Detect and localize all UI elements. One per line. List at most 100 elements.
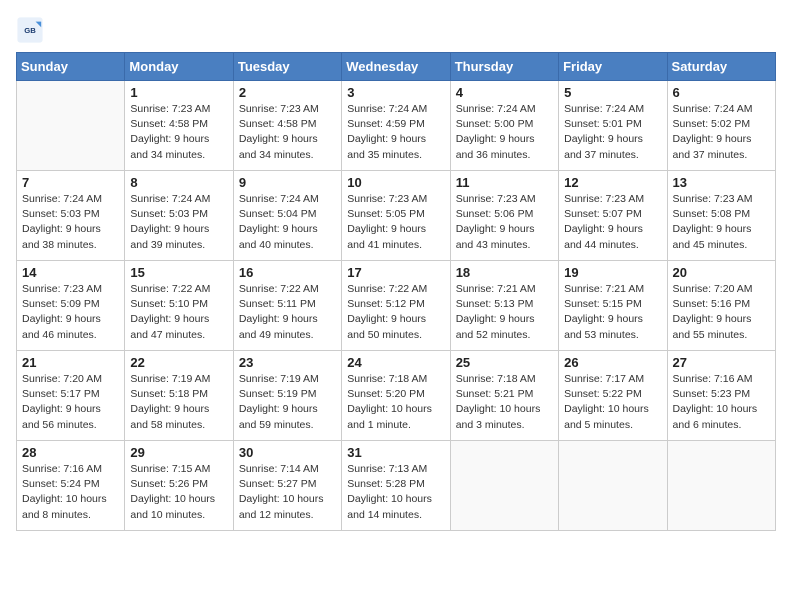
day-info: Sunrise: 7:22 AM Sunset: 5:12 PM Dayligh… xyxy=(347,282,444,343)
day-cell: 8 Sunrise: 7:24 AM Sunset: 5:03 PM Daylig… xyxy=(125,171,233,261)
day-info: Sunrise: 7:24 AM Sunset: 4:59 PM Dayligh… xyxy=(347,102,444,163)
day-number: 19 xyxy=(564,265,661,280)
day-info: Sunrise: 7:21 AM Sunset: 5:15 PM Dayligh… xyxy=(564,282,661,343)
week-row-5: 28 Sunrise: 7:16 AM Sunset: 5:24 PM Dayli… xyxy=(17,441,776,531)
day-cell: 13 Sunrise: 7:23 AM Sunset: 5:08 PM Dayli… xyxy=(667,171,775,261)
day-cell: 14Sunrise: 7:23 AM Sunset: 5:09 PM Dayli… xyxy=(17,261,125,351)
day-cell: 9 Sunrise: 7:24 AM Sunset: 5:04 PM Daylig… xyxy=(233,171,341,261)
header-monday: Monday xyxy=(125,53,233,81)
day-number: 8 xyxy=(130,175,227,190)
page-header: GB xyxy=(16,16,776,44)
day-number: 24 xyxy=(347,355,444,370)
day-info: Sunrise: 7:23 AM Sunset: 5:09 PM Dayligh… xyxy=(22,282,119,343)
day-number: 11 xyxy=(456,175,553,190)
week-row-3: 14Sunrise: 7:23 AM Sunset: 5:09 PM Dayli… xyxy=(17,261,776,351)
day-info: Sunrise: 7:22 AM Sunset: 5:11 PM Dayligh… xyxy=(239,282,336,343)
day-info: Sunrise: 7:19 AM Sunset: 5:18 PM Dayligh… xyxy=(130,372,227,433)
week-row-1: 1 Sunrise: 7:23 AM Sunset: 4:58 PM Daylig… xyxy=(17,81,776,171)
day-cell: 4 Sunrise: 7:24 AM Sunset: 5:00 PM Daylig… xyxy=(450,81,558,171)
day-info: Sunrise: 7:24 AM Sunset: 5:03 PM Dayligh… xyxy=(130,192,227,253)
week-row-2: 7 Sunrise: 7:24 AM Sunset: 5:03 PM Daylig… xyxy=(17,171,776,261)
day-info: Sunrise: 7:23 AM Sunset: 5:08 PM Dayligh… xyxy=(673,192,770,253)
day-number: 6 xyxy=(673,85,770,100)
day-info: Sunrise: 7:24 AM Sunset: 5:01 PM Dayligh… xyxy=(564,102,661,163)
day-info: Sunrise: 7:20 AM Sunset: 5:16 PM Dayligh… xyxy=(673,282,770,343)
day-cell: 5 Sunrise: 7:24 AM Sunset: 5:01 PM Daylig… xyxy=(559,81,667,171)
day-info: Sunrise: 7:17 AM Sunset: 5:22 PM Dayligh… xyxy=(564,372,661,433)
day-info: Sunrise: 7:24 AM Sunset: 5:03 PM Dayligh… xyxy=(22,192,119,253)
calendar-header-row: SundayMondayTuesdayWednesdayThursdayFrid… xyxy=(17,53,776,81)
day-cell: 10 Sunrise: 7:23 AM Sunset: 5:05 PM Dayli… xyxy=(342,171,450,261)
day-number: 26 xyxy=(564,355,661,370)
day-number: 25 xyxy=(456,355,553,370)
day-info: Sunrise: 7:23 AM Sunset: 4:58 PM Dayligh… xyxy=(239,102,336,163)
day-info: Sunrise: 7:16 AM Sunset: 5:23 PM Dayligh… xyxy=(673,372,770,433)
day-info: Sunrise: 7:23 AM Sunset: 4:58 PM Dayligh… xyxy=(130,102,227,163)
day-cell xyxy=(559,441,667,531)
day-number: 22 xyxy=(130,355,227,370)
day-cell: 16 Sunrise: 7:22 AM Sunset: 5:11 PM Dayli… xyxy=(233,261,341,351)
day-number: 30 xyxy=(239,445,336,460)
day-cell: 17 Sunrise: 7:22 AM Sunset: 5:12 PM Dayli… xyxy=(342,261,450,351)
day-number: 7 xyxy=(22,175,119,190)
day-cell: 28 Sunrise: 7:16 AM Sunset: 5:24 PM Dayli… xyxy=(17,441,125,531)
day-cell: 2Sunrise: 7:23 AM Sunset: 4:58 PM Daylig… xyxy=(233,81,341,171)
day-info: Sunrise: 7:24 AM Sunset: 5:04 PM Dayligh… xyxy=(239,192,336,253)
logo-icon: GB xyxy=(16,16,44,44)
day-number: 31 xyxy=(347,445,444,460)
day-cell: 26 Sunrise: 7:17 AM Sunset: 5:22 PM Dayli… xyxy=(559,351,667,441)
day-number: 28 xyxy=(22,445,119,460)
day-cell: 24 Sunrise: 7:18 AM Sunset: 5:20 PM Dayli… xyxy=(342,351,450,441)
day-cell: 15Sunrise: 7:22 AM Sunset: 5:10 PM Dayli… xyxy=(125,261,233,351)
day-cell: 27 Sunrise: 7:16 AM Sunset: 5:23 PM Dayli… xyxy=(667,351,775,441)
calendar-table: SundayMondayTuesdayWednesdayThursdayFrid… xyxy=(16,52,776,531)
day-info: Sunrise: 7:23 AM Sunset: 5:07 PM Dayligh… xyxy=(564,192,661,253)
week-row-4: 21 Sunrise: 7:20 AM Sunset: 5:17 PM Dayli… xyxy=(17,351,776,441)
day-info: Sunrise: 7:23 AM Sunset: 5:06 PM Dayligh… xyxy=(456,192,553,253)
day-cell: 23 Sunrise: 7:19 AM Sunset: 5:19 PM Dayli… xyxy=(233,351,341,441)
day-cell: 18Sunrise: 7:21 AM Sunset: 5:13 PM Dayli… xyxy=(450,261,558,351)
day-cell: 7 Sunrise: 7:24 AM Sunset: 5:03 PM Daylig… xyxy=(17,171,125,261)
day-cell: 22 Sunrise: 7:19 AM Sunset: 5:18 PM Dayli… xyxy=(125,351,233,441)
day-cell xyxy=(450,441,558,531)
day-cell xyxy=(667,441,775,531)
day-cell: 3 Sunrise: 7:24 AM Sunset: 4:59 PM Daylig… xyxy=(342,81,450,171)
day-info: Sunrise: 7:14 AM Sunset: 5:27 PM Dayligh… xyxy=(239,462,336,523)
day-number: 13 xyxy=(673,175,770,190)
day-number: 3 xyxy=(347,85,444,100)
day-info: Sunrise: 7:19 AM Sunset: 5:19 PM Dayligh… xyxy=(239,372,336,433)
day-info: Sunrise: 7:20 AM Sunset: 5:17 PM Dayligh… xyxy=(22,372,119,433)
logo: GB xyxy=(16,16,48,44)
day-number: 17 xyxy=(347,265,444,280)
day-number: 4 xyxy=(456,85,553,100)
svg-text:GB: GB xyxy=(24,26,36,35)
day-info: Sunrise: 7:24 AM Sunset: 5:00 PM Dayligh… xyxy=(456,102,553,163)
day-number: 23 xyxy=(239,355,336,370)
day-info: Sunrise: 7:16 AM Sunset: 5:24 PM Dayligh… xyxy=(22,462,119,523)
day-number: 29 xyxy=(130,445,227,460)
day-cell xyxy=(17,81,125,171)
day-info: Sunrise: 7:22 AM Sunset: 5:10 PM Dayligh… xyxy=(130,282,227,343)
day-cell: 12 Sunrise: 7:23 AM Sunset: 5:07 PM Dayli… xyxy=(559,171,667,261)
day-number: 12 xyxy=(564,175,661,190)
header-wednesday: Wednesday xyxy=(342,53,450,81)
day-cell: 19 Sunrise: 7:21 AM Sunset: 5:15 PM Dayli… xyxy=(559,261,667,351)
day-info: Sunrise: 7:23 AM Sunset: 5:05 PM Dayligh… xyxy=(347,192,444,253)
header-friday: Friday xyxy=(559,53,667,81)
day-number: 5 xyxy=(564,85,661,100)
day-number: 9 xyxy=(239,175,336,190)
header-tuesday: Tuesday xyxy=(233,53,341,81)
header-thursday: Thursday xyxy=(450,53,558,81)
day-number: 10 xyxy=(347,175,444,190)
day-number: 27 xyxy=(673,355,770,370)
day-info: Sunrise: 7:18 AM Sunset: 5:21 PM Dayligh… xyxy=(456,372,553,433)
day-info: Sunrise: 7:18 AM Sunset: 5:20 PM Dayligh… xyxy=(347,372,444,433)
day-cell: 11 Sunrise: 7:23 AM Sunset: 5:06 PM Dayli… xyxy=(450,171,558,261)
day-number: 18 xyxy=(456,265,553,280)
day-info: Sunrise: 7:24 AM Sunset: 5:02 PM Dayligh… xyxy=(673,102,770,163)
day-number: 21 xyxy=(22,355,119,370)
day-number: 16 xyxy=(239,265,336,280)
header-saturday: Saturday xyxy=(667,53,775,81)
day-info: Sunrise: 7:13 AM Sunset: 5:28 PM Dayligh… xyxy=(347,462,444,523)
day-number: 1 xyxy=(130,85,227,100)
